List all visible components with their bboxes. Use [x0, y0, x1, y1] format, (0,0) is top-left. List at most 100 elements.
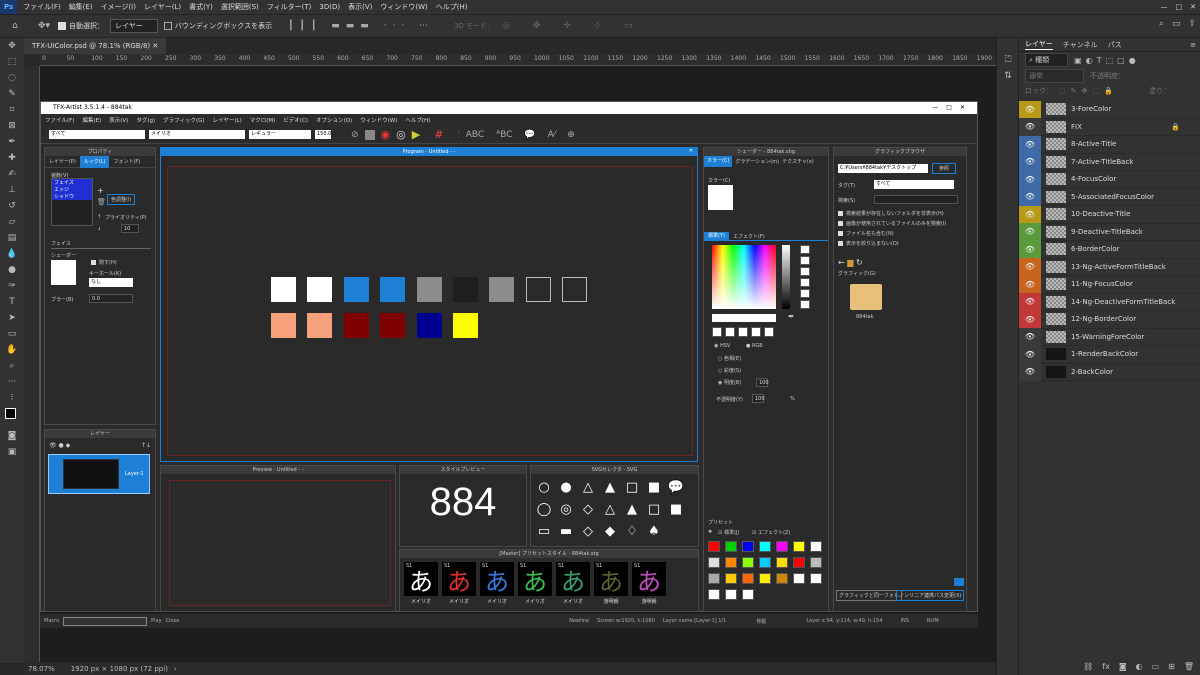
visibility-eye-icon[interactable]: 👁	[1025, 262, 1035, 271]
preset-color[interactable]	[759, 557, 771, 568]
foreground-color[interactable]	[5, 408, 16, 419]
delete-icon[interactable]: 🗑	[1184, 662, 1194, 671]
brush-icon[interactable]: ✍	[0, 166, 24, 182]
menu-item[interactable]: 表示(V)	[344, 0, 376, 14]
minimize-icon[interactable]: —	[1157, 0, 1172, 14]
svg-shape[interactable]: ▭	[535, 522, 553, 540]
align-icon[interactable]: ⫶	[457, 130, 459, 140]
brightness-slider[interactable]	[782, 245, 790, 309]
tfx-menu-item[interactable]: 編集(E)	[78, 116, 105, 124]
fx-icon[interactable]: fx	[1102, 662, 1110, 671]
text-abc-icon[interactable]: ABC	[466, 130, 484, 140]
eyedropper-icon[interactable]: ✒	[0, 134, 24, 150]
arrow-down-icon[interactable]: ↓	[97, 226, 101, 232]
tfx-menu-item[interactable]: ファイル(F)	[41, 116, 78, 124]
visibility-eye-icon[interactable]: 👁	[1025, 175, 1035, 184]
option-checkbox[interactable]	[838, 211, 843, 216]
svg-shape[interactable]: ▲	[623, 500, 641, 518]
layer-row[interactable]: 👁 15-WarningForeColor	[1019, 328, 1200, 346]
preset-style[interactable]: S1 あメイリオ	[556, 562, 590, 605]
browser-option[interactable]: 検索結果が存在しないフォルダを非表示(H)	[838, 210, 946, 217]
rgb-radio[interactable]: ● RGB	[746, 343, 763, 349]
preset-color[interactable]	[725, 573, 737, 584]
preset-color[interactable]	[810, 573, 822, 584]
kind-filter[interactable]: ⌕ 種類	[1025, 53, 1069, 67]
tfx-menu-item[interactable]: グラフィック(G)	[159, 116, 208, 124]
browser-option[interactable]: 画像が使用されているファイルのみを検索(I)	[838, 220, 946, 227]
tfx-menu-item[interactable]: ウィンドウ(W)	[356, 116, 401, 124]
marquee-icon[interactable]: ⬚	[0, 54, 24, 70]
properties-icon[interactable]: ⇅	[997, 68, 1019, 84]
svg-shape[interactable]: ♠	[645, 522, 663, 540]
rectangle-icon[interactable]: ▭	[0, 326, 24, 342]
move-tool-icon[interactable]: ✥▾	[30, 18, 58, 34]
bbox-checkbox[interactable]	[163, 22, 172, 30]
svg-shape[interactable]: □	[623, 478, 641, 496]
layer-row[interactable]: 👁 10-Deactive-Title	[1019, 205, 1200, 224]
menu-item[interactable]: ヘルプ(H)	[432, 0, 472, 14]
preset-color[interactable]	[742, 557, 754, 568]
crop-icon[interactable]: ⌗	[0, 102, 24, 118]
same-folder-button[interactable]: グラフィックと同一フォル	[836, 590, 902, 601]
color-picker[interactable]	[712, 245, 776, 309]
type-icon[interactable]: T	[0, 294, 24, 310]
visibility-eye-icon[interactable]: 👁	[1025, 122, 1035, 131]
visibility-eye-icon[interactable]: 👁	[1025, 315, 1035, 324]
close-icon[interactable]: ✕	[1186, 0, 1200, 14]
color-swatch[interactable]	[380, 313, 406, 338]
tab-layer[interactable]: レイヤー(P)	[45, 158, 80, 165]
svg-shape[interactable]: ■	[645, 478, 663, 496]
tfx-menu-item[interactable]: レイヤー(L)	[209, 116, 246, 124]
visibility-eye-icon[interactable]: 👁	[1025, 280, 1035, 289]
visibility-eye-icon[interactable]: 👁	[1025, 140, 1035, 149]
search-input[interactable]	[874, 195, 958, 204]
menu-item[interactable]: 3D(D)	[315, 0, 344, 14]
ps-logo[interactable]: Ps	[0, 0, 18, 14]
panel-menu-icon[interactable]: ≡	[1190, 41, 1196, 49]
preset-color[interactable]	[725, 589, 737, 600]
layer-row[interactable]: 👁 12-Ng-BorderColor	[1019, 310, 1200, 329]
preset-color[interactable]	[810, 541, 822, 552]
preset-color[interactable]	[708, 573, 720, 584]
preset-color[interactable]	[776, 557, 788, 568]
preset-style[interactable]: S1 あメイリオ	[404, 562, 438, 605]
preset-color[interactable]	[776, 541, 788, 552]
visibility-eye-icon[interactable]: 👁	[1025, 350, 1035, 359]
browser-option[interactable]: ファイル名も含む(N)	[838, 230, 946, 237]
hsv-radio[interactable]: ◉ HSV	[714, 343, 730, 349]
quick-select-icon[interactable]: ✎	[0, 86, 24, 102]
search-icon[interactable]: ⌕	[1159, 19, 1164, 29]
pen-icon[interactable]: ✑	[0, 278, 24, 294]
shader-swatch[interactable]	[51, 260, 76, 285]
preset-color[interactable]	[793, 557, 805, 568]
svg-shape[interactable]: □	[645, 500, 663, 518]
browser-option[interactable]: 表示を絞り込まない(D)	[838, 240, 946, 247]
browse-button[interactable]: 参照	[932, 163, 957, 174]
preset-color[interactable]	[793, 541, 805, 552]
color-adjust-button[interactable]: 色調整(I)	[107, 194, 136, 205]
frame-icon[interactable]: ⊠	[0, 118, 24, 134]
tab-look[interactable]: ルック(L)	[79, 155, 110, 168]
shader-mini-swatch[interactable]	[800, 267, 810, 276]
workspace-icon[interactable]: ▭	[1172, 19, 1181, 29]
hue-radio[interactable]: ○ 色相(E)	[718, 355, 741, 362]
layer-row[interactable]: 👁 13-Ng-ActiveFormTitleBack	[1019, 258, 1200, 276]
preset-color[interactable]	[742, 589, 754, 600]
preset-color[interactable]	[759, 541, 771, 552]
preset-color[interactable]	[708, 541, 720, 552]
shader-mini-swatch[interactable]	[800, 245, 810, 254]
layer-row[interactable]: 👁 4-FocusColor	[1019, 170, 1200, 189]
tab-standard[interactable]: 標準(Y)	[704, 231, 729, 241]
layer-select-dropdown[interactable]: レイヤー	[110, 19, 158, 33]
history-brush-icon[interactable]: ↺	[0, 198, 24, 214]
preset-color[interactable]	[759, 573, 771, 584]
tab-paths[interactable]: パス	[1108, 40, 1122, 50]
layer-row[interactable]: 👁 11-Ng-FocusColor	[1019, 275, 1200, 294]
move-icon[interactable]: ✥	[0, 38, 24, 54]
tab-layers[interactable]: レイヤー	[1025, 39, 1053, 50]
adjustment-icon[interactable]: ◐	[1136, 662, 1143, 671]
layer-order-icons[interactable]: ↑↓	[141, 442, 151, 449]
visibility-eye-icon[interactable]: 👁	[1025, 192, 1035, 201]
fill-box-icon[interactable]	[364, 129, 375, 140]
add-icon[interactable]: +	[97, 186, 104, 195]
